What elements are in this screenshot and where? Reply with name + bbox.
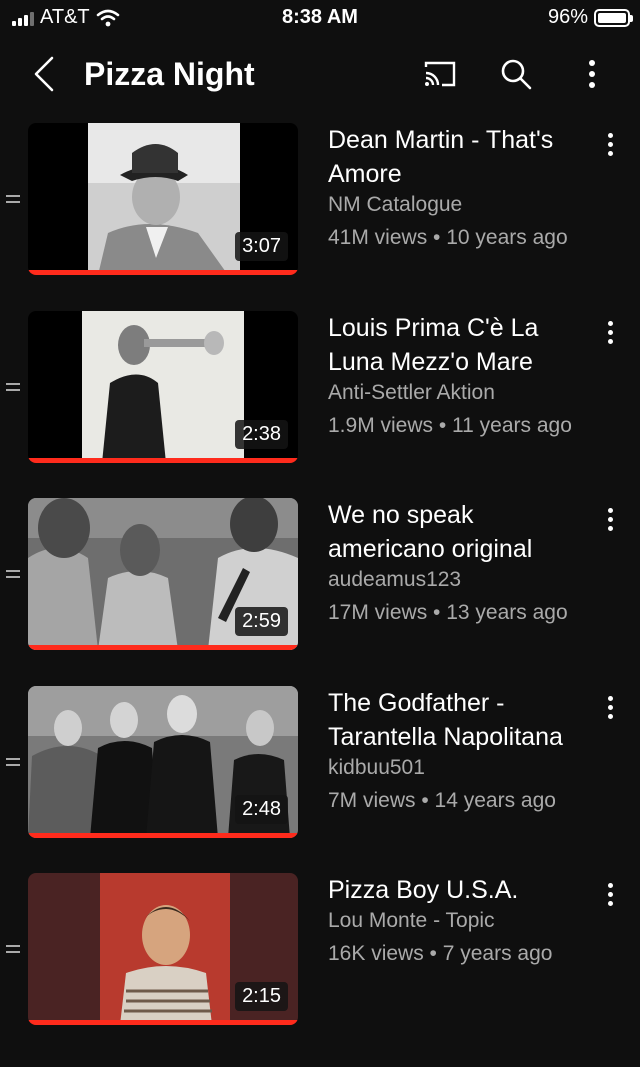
duration-badge: 2:48 <box>235 795 288 824</box>
item-menu-button[interactable] <box>600 690 620 724</box>
watch-progress <box>28 1020 298 1025</box>
app-bar: Pizza Night <box>0 44 640 104</box>
status-bar: AT&T 8:38 AM 96% <box>0 0 640 36</box>
channel-name: audeamus123 <box>328 568 462 591</box>
playlist-item[interactable]: 2:38 Louis Prima C'è La Luna Mezz'o Mare… <box>0 311 640 469</box>
playlist-item[interactable]: 2:48 The Godfather - Tarantella Napolita… <box>0 686 640 844</box>
video-meta: 16K views • 7 years ago <box>328 942 553 965</box>
channel-name: Anti-Settler Aktion <box>328 381 495 404</box>
video-title[interactable]: Louis Prima C'è La Luna Mezz'o Mare <box>328 311 588 379</box>
video-thumbnail[interactable]: 2:38 <box>28 311 298 463</box>
channel-name: Lou Monte - Topic <box>328 909 495 932</box>
drag-handle-icon[interactable] <box>6 756 22 768</box>
item-menu-button[interactable] <box>600 877 620 911</box>
video-thumbnail[interactable]: 3:07 <box>28 123 298 275</box>
channel-name: kidbuu501 <box>328 756 425 779</box>
chevron-left-icon <box>34 56 54 92</box>
video-meta: 7M views • 14 years ago <box>328 789 556 812</box>
playlist-item[interactable]: 2:15 Pizza Boy U.S.A. Lou Monte - Topic … <box>0 873 640 1031</box>
search-button[interactable] <box>494 54 538 94</box>
item-menu-button[interactable] <box>600 315 620 349</box>
playlist-item[interactable]: 3:07 Dean Martin - That's Amore NM Catal… <box>0 123 640 281</box>
status-right: 96% <box>547 6 633 29</box>
video-meta: 1.9M views • 11 years ago <box>328 414 572 437</box>
video-meta: 41M views • 10 years ago <box>328 226 568 249</box>
drag-handle-icon[interactable] <box>6 381 22 393</box>
status-time: 8:38 AM <box>282 6 358 28</box>
more-options-button[interactable] <box>570 54 614 94</box>
channel-name: NM Catalogue <box>328 193 463 216</box>
item-menu-button[interactable] <box>600 502 620 536</box>
watch-progress <box>28 270 298 275</box>
battery-icon <box>594 8 633 27</box>
video-title[interactable]: Pizza Boy U.S.A. <box>328 873 588 907</box>
drag-handle-icon[interactable] <box>6 568 22 580</box>
video-meta: 17M views • 13 years ago <box>328 601 568 624</box>
battery-percent: 96% <box>547 6 588 28</box>
duration-badge: 3:07 <box>235 232 288 261</box>
video-title[interactable]: Dean Martin - That's Amore <box>328 123 588 191</box>
back-button[interactable] <box>26 54 62 94</box>
watch-progress <box>28 645 298 650</box>
video-title[interactable]: We no speak americano original <box>328 498 588 566</box>
duration-badge: 2:59 <box>235 607 288 636</box>
search-icon <box>501 59 532 90</box>
item-menu-button[interactable] <box>600 127 620 161</box>
video-title[interactable]: The Godfather - Tarantella Napolitana <box>328 686 588 754</box>
video-thumbnail[interactable]: 2:59 <box>28 498 298 650</box>
video-thumbnail[interactable]: 2:15 <box>28 873 298 1025</box>
duration-badge: 2:38 <box>235 420 288 449</box>
playlist-item[interactable]: 2:59 We no speak americano original aude… <box>0 498 640 656</box>
drag-handle-icon[interactable] <box>6 943 22 955</box>
watch-progress <box>28 458 298 463</box>
drag-handle-icon[interactable] <box>6 193 22 205</box>
duration-badge: 2:15 <box>235 982 288 1011</box>
video-thumbnail[interactable]: 2:48 <box>28 686 298 838</box>
cast-button[interactable] <box>418 54 462 94</box>
watch-progress <box>28 833 298 838</box>
more-vert-icon <box>589 60 595 88</box>
page-title: Pizza Night <box>84 56 255 92</box>
cast-icon <box>424 61 456 87</box>
